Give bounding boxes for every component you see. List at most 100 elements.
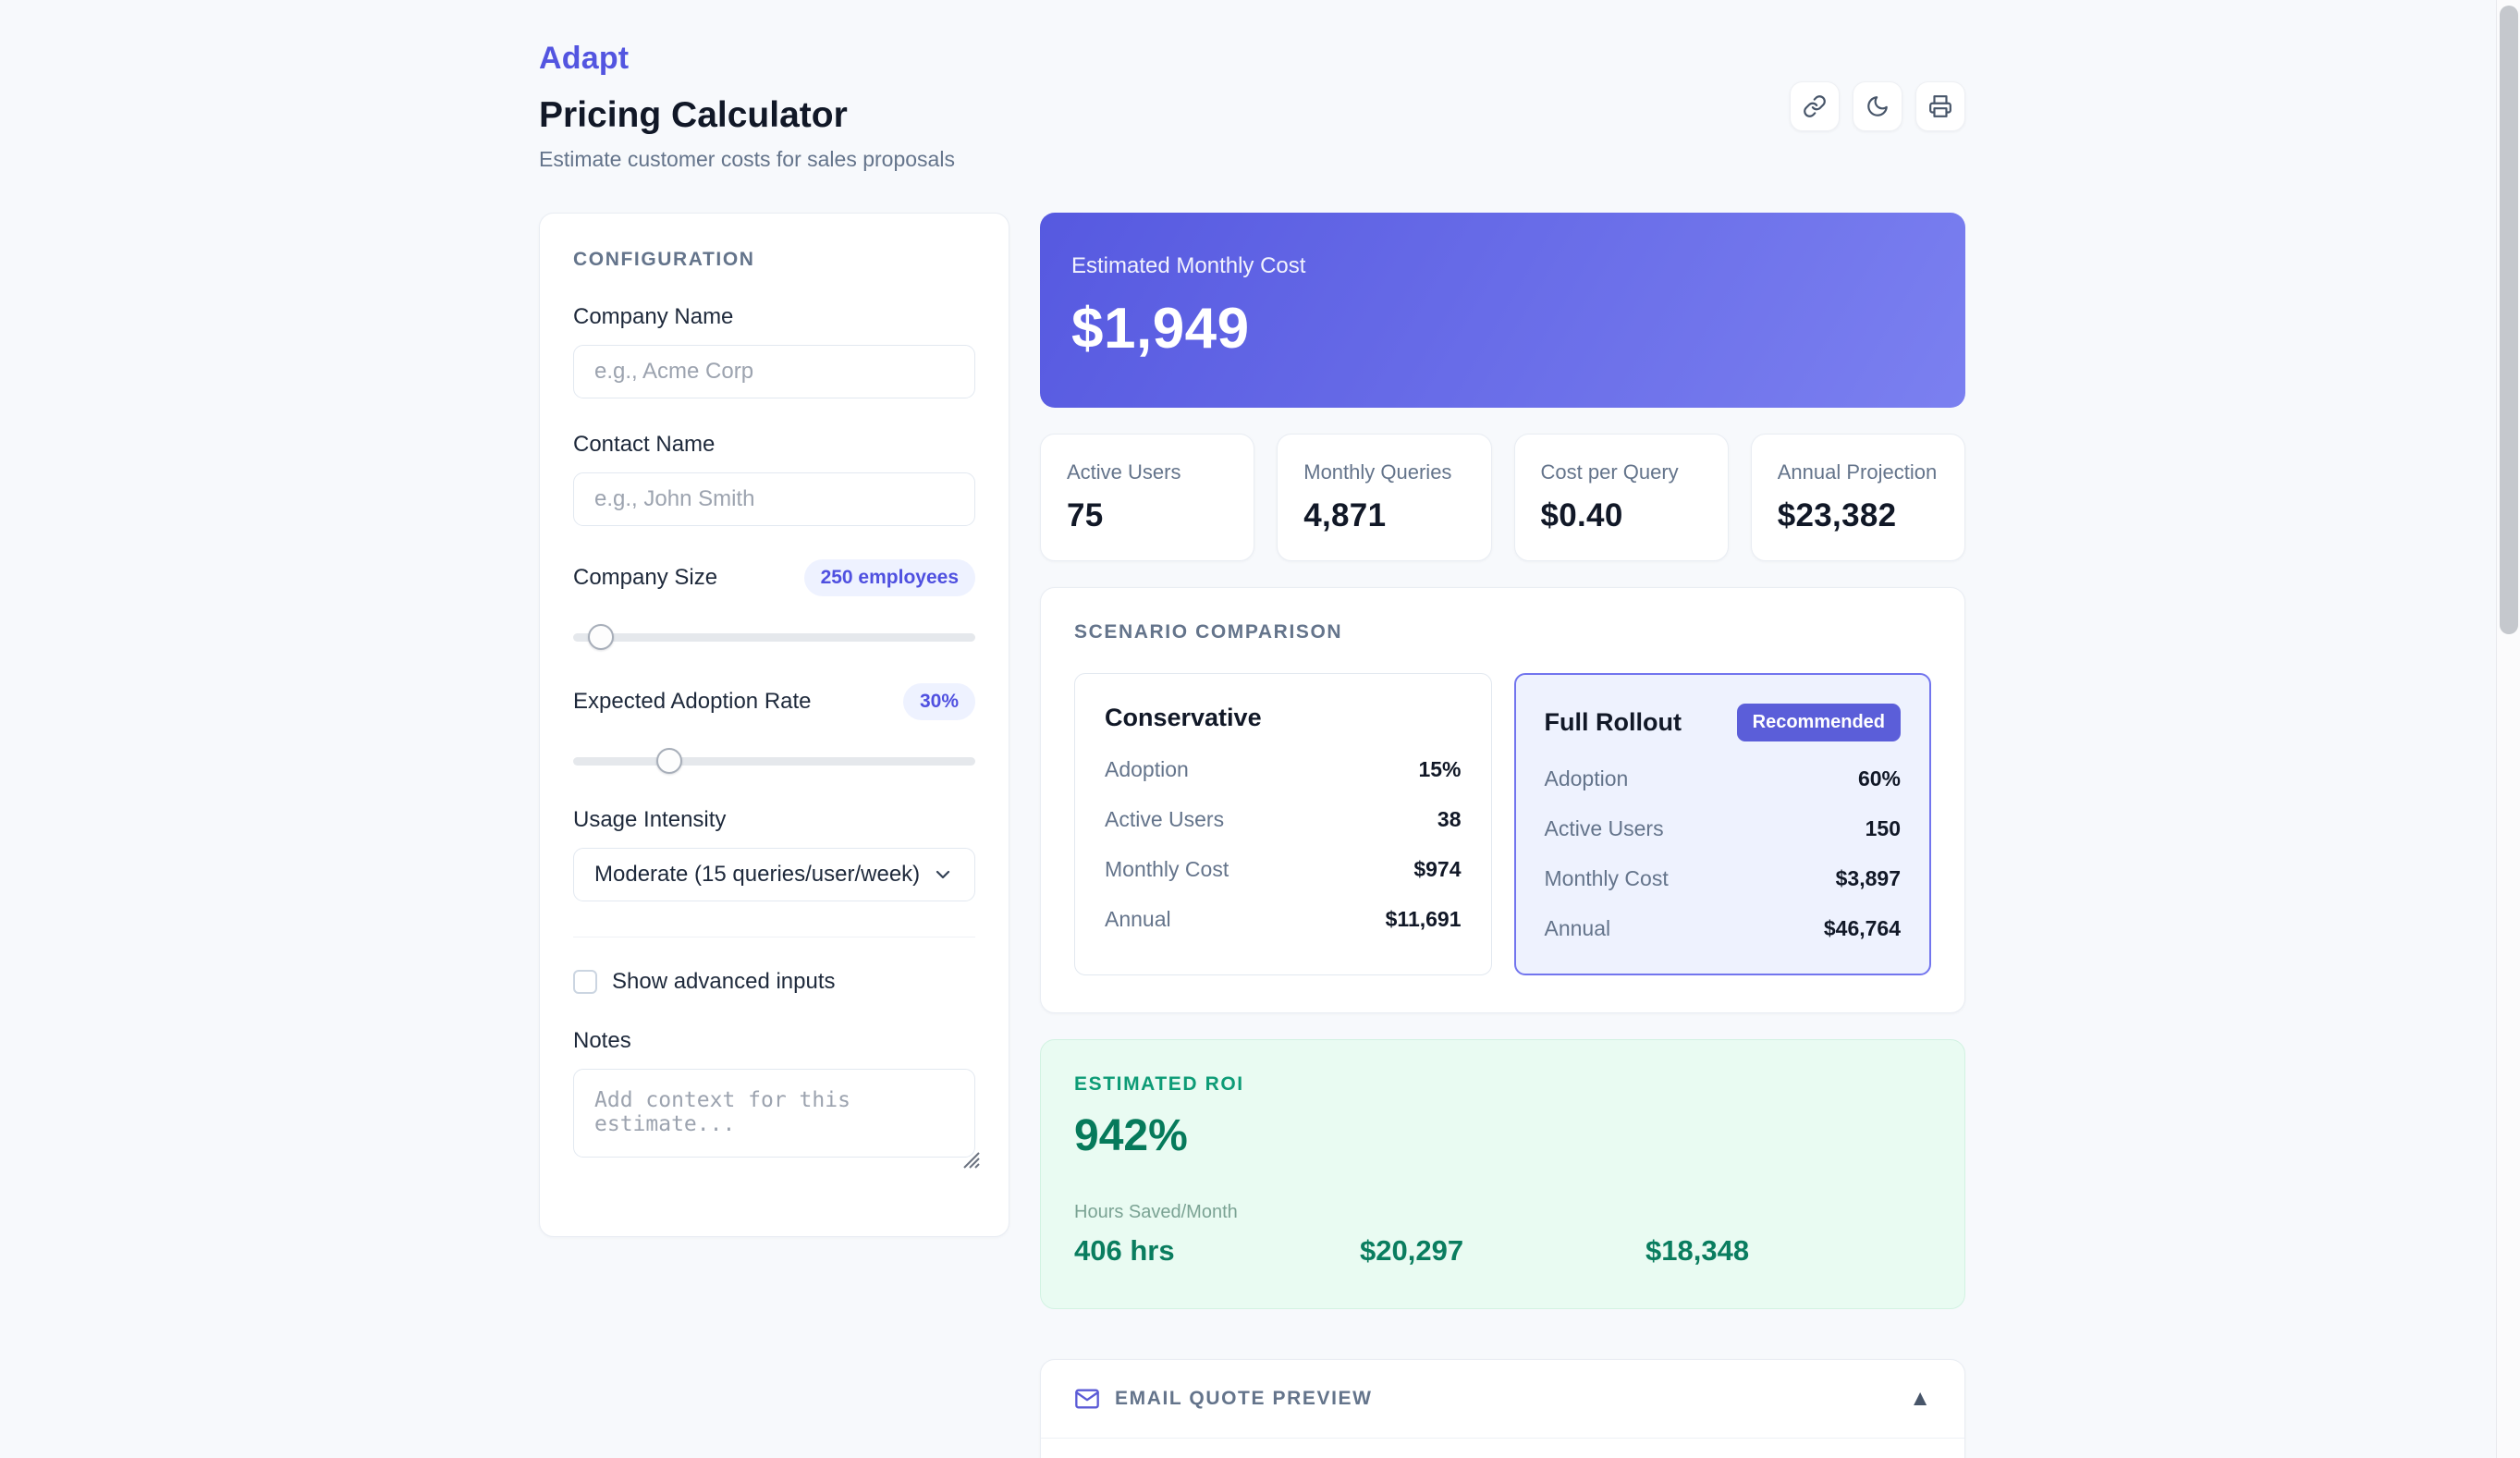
recommended-badge: Recommended	[1737, 704, 1901, 741]
slider-track	[573, 633, 975, 642]
envelope-icon	[1074, 1386, 1100, 1412]
contact-name-field-group: Contact Name	[573, 432, 975, 526]
stat-card-cost-per-query: Cost per Query $0.40	[1514, 434, 1729, 561]
company-name-input[interactable]	[573, 345, 975, 398]
roi-metric-value: $20,297	[1360, 1234, 1645, 1268]
stat-value: 4,871	[1303, 497, 1464, 534]
stat-value: 75	[1067, 497, 1228, 534]
company-size-slider[interactable]	[573, 624, 975, 650]
metric-label: Annual	[1105, 907, 1171, 932]
estimated-monthly-cost-value: $1,949	[1071, 296, 1928, 361]
metric-value: $3,897	[1836, 866, 1901, 891]
stat-label: Annual Projection	[1778, 460, 1939, 484]
scenario-comparison-card: SCENARIO COMPARISON Conservative Adoptio…	[1040, 587, 1965, 1013]
stat-card-active-users: Active Users 75	[1040, 434, 1254, 561]
roi-metric-value: 406 hrs	[1074, 1234, 1360, 1268]
stat-card-monthly-queries: Monthly Queries 4,871	[1277, 434, 1491, 561]
roi-metric-value-saved: $20,297	[1360, 1234, 1645, 1268]
metric-value: 38	[1437, 807, 1462, 832]
configuration-section-title: CONFIGURATION	[573, 249, 975, 271]
copy-link-button[interactable]	[1790, 81, 1840, 131]
company-size-slider-thumb[interactable]	[588, 624, 614, 650]
usage-intensity-selected-value: Moderate (15 queries/user/week)	[594, 862, 920, 888]
metric-label: Monthly Cost	[1105, 857, 1229, 882]
email-quote-preview-title: EMAIL QUOTE PREVIEW	[1115, 1388, 1373, 1410]
header: Adapt Pricing Calculator Estimate custom…	[539, 41, 1965, 172]
metric-value: $974	[1413, 857, 1461, 882]
advanced-inputs-toggle[interactable]: Show advanced inputs	[573, 969, 975, 995]
advanced-inputs-checkbox[interactable]	[573, 970, 597, 994]
notes-label: Notes	[573, 1028, 975, 1054]
stat-value: $0.40	[1541, 497, 1702, 534]
roi-metric-net-benefit: $18,348	[1645, 1234, 1931, 1268]
roi-metric-value: $18,348	[1645, 1234, 1931, 1268]
stat-card-annual-projection: Annual Projection $23,382	[1751, 434, 1965, 561]
dark-mode-button[interactable]	[1853, 81, 1902, 131]
adoption-rate-badge: 30%	[903, 683, 975, 720]
results-column: Estimated Monthly Cost $1,949 Active Use…	[1040, 213, 1965, 1458]
scenario-card-conservative[interactable]: Conservative Adoption15% Active Users38 …	[1074, 673, 1492, 975]
usage-intensity-label: Usage Intensity	[573, 807, 975, 833]
contact-name-input[interactable]	[573, 472, 975, 526]
estimated-monthly-cost-card: Estimated Monthly Cost $1,949	[1040, 213, 1965, 408]
metric-label: Adoption	[1105, 757, 1189, 782]
adoption-rate-label: Expected Adoption Rate	[573, 689, 812, 715]
scenario-comparison-title: SCENARIO COMPARISON	[1074, 621, 1931, 643]
configuration-panel: CONFIGURATION Company Name Contact Name …	[539, 213, 1009, 1458]
estimated-monthly-cost-label: Estimated Monthly Cost	[1071, 253, 1928, 279]
adoption-rate-slider[interactable]	[573, 748, 975, 774]
metric-label: Annual	[1545, 916, 1611, 941]
page-container: Adapt Pricing Calculator Estimate custom…	[539, 0, 1965, 1458]
metric-value: $46,764	[1824, 916, 1901, 941]
estimated-roi-value: 942%	[1074, 1110, 1931, 1161]
stats-row: Active Users 75 Monthly Queries 4,871 Co…	[1040, 434, 1965, 561]
roi-metric-hours-saved: Hours Saved/Month 406 hrs	[1074, 1202, 1360, 1268]
toolbar	[1790, 81, 1965, 131]
page-scrollbar-thumb[interactable]	[2500, 6, 2518, 634]
company-size-label: Company Size	[573, 565, 717, 591]
chevron-down-icon	[932, 864, 954, 886]
stat-value: $23,382	[1778, 497, 1939, 534]
adoption-rate-field-group: Expected Adoption Rate 30%	[573, 683, 975, 774]
moon-icon	[1866, 94, 1890, 118]
usage-intensity-field-group: Usage Intensity Moderate (15 queries/use…	[573, 807, 975, 901]
scenario-name: Full Rollout	[1545, 708, 1682, 737]
scenario-card-full-rollout[interactable]: Full Rollout Recommended Adoption 60% Act…	[1514, 673, 1932, 975]
advanced-inputs-label: Show advanced inputs	[612, 969, 836, 995]
adoption-rate-slider-thumb[interactable]	[656, 748, 682, 774]
resize-grip-icon[interactable]	[957, 1146, 981, 1170]
email-quote-preview-card: EMAIL QUOTE PREVIEW ▲ To Subject Hi,	[1040, 1359, 1965, 1458]
estimated-roi-title: ESTIMATED ROI	[1074, 1073, 1931, 1096]
metric-value: 150	[1866, 816, 1901, 841]
metric-label: Monthly Cost	[1545, 866, 1669, 891]
brand-logo: Adapt	[539, 41, 1965, 77]
notes-field-group: Notes	[573, 1028, 975, 1162]
contact-name-label: Contact Name	[573, 432, 975, 458]
company-size-field-group: Company Size 250 employees	[573, 559, 975, 650]
page-subtitle: Estimate customer costs for sales propos…	[539, 147, 1965, 172]
estimated-roi-card: ESTIMATED ROI 942% Hours Saved/Month 406…	[1040, 1039, 1965, 1309]
metric-label: Active Users	[1105, 807, 1224, 832]
scenario-name: Conservative	[1105, 704, 1262, 732]
metric-value: 15%	[1418, 757, 1461, 782]
slider-track	[573, 757, 975, 766]
metric-label: Active Users	[1545, 816, 1664, 841]
stat-label: Cost per Query	[1541, 460, 1702, 484]
print-button[interactable]	[1915, 81, 1965, 131]
stat-label: Monthly Queries	[1303, 460, 1464, 484]
metric-label: Adoption	[1545, 766, 1629, 791]
company-name-field-group: Company Name	[573, 304, 975, 398]
roi-metric-label: Hours Saved/Month	[1074, 1202, 1360, 1223]
company-name-label: Company Name	[573, 304, 975, 330]
usage-intensity-select[interactable]: Moderate (15 queries/user/week)	[573, 848, 975, 901]
notes-textarea[interactable]	[573, 1069, 975, 1158]
link-icon	[1803, 94, 1827, 118]
page-title: Pricing Calculator	[539, 95, 1965, 136]
stat-label: Active Users	[1067, 460, 1228, 484]
printer-icon	[1928, 94, 1952, 118]
collapse-section-toggle[interactable]: ▲	[1909, 1388, 1931, 1410]
page-scrollbar[interactable]	[2496, 0, 2520, 1458]
metric-value: 60%	[1858, 766, 1901, 791]
metric-value: $11,691	[1386, 907, 1462, 932]
company-size-badge: 250 employees	[804, 559, 975, 596]
